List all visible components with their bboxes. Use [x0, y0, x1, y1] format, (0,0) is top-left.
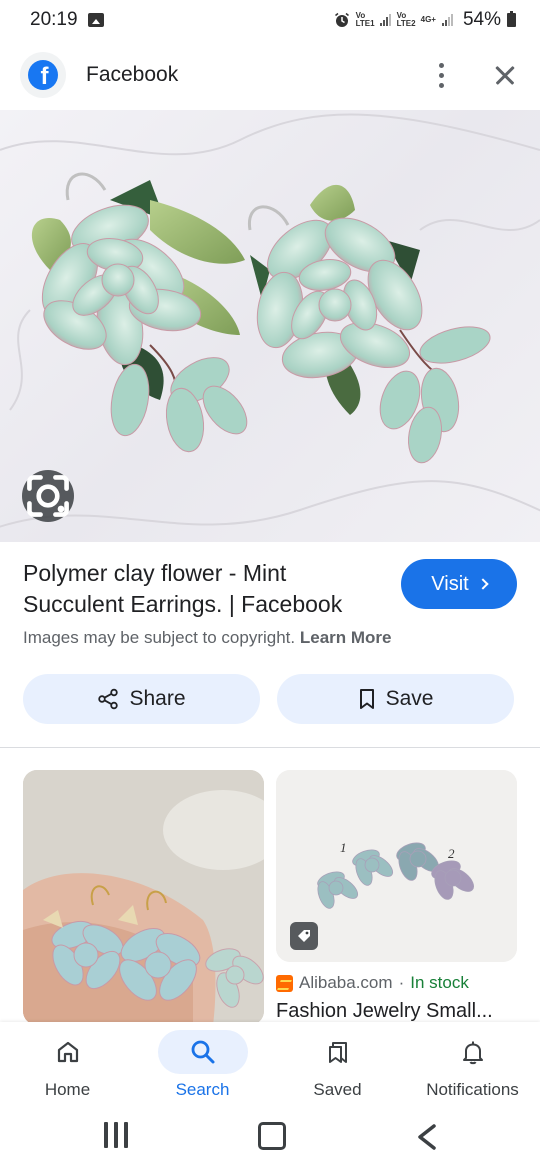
nav-saved[interactable]: Saved [270, 1022, 405, 1110]
share-button[interactable]: Share [23, 674, 260, 724]
divider [0, 747, 540, 748]
bell-icon-wrap [428, 1030, 518, 1074]
more-vert-icon[interactable] [426, 57, 456, 93]
source-name: Alibaba.com [299, 973, 393, 992]
visit-button[interactable]: Visit [401, 559, 517, 609]
nav-notifications-label: Notifications [426, 1080, 519, 1099]
search-icon [191, 1040, 214, 1064]
copyright-text: Images may be subject to copyright. [23, 628, 296, 647]
related-image-card[interactable]: 1 2 [276, 770, 517, 962]
chevron-right-icon [477, 578, 489, 590]
save-label: Save [385, 687, 434, 710]
saved-icon [328, 1042, 347, 1063]
sim1-label: Vo LTE1 [355, 11, 375, 28]
alarm-icon [334, 12, 349, 27]
status-bar: 20:19 Vo LTE1 Vo LTE2 4G+ 54% [0, 0, 540, 40]
status-time: 20:19 [30, 9, 78, 30]
viewer-header: f Facebook [0, 40, 540, 110]
recent-apps-icon[interactable] [104, 1122, 128, 1148]
gallery-icon [87, 13, 104, 27]
image-label-1: 1 [340, 840, 347, 855]
bottom-nav: Home Search Saved Notifications [0, 1022, 540, 1110]
battery-icon [507, 11, 516, 27]
learn-more-link[interactable]: Learn More [300, 628, 392, 647]
share-icon [98, 688, 119, 710]
system-nav-bar [0, 1110, 540, 1170]
nav-home[interactable]: Home [0, 1022, 135, 1110]
source-separator: · [398, 973, 405, 992]
status-indicators: Vo LTE1 Vo LTE2 4G+ 54% [334, 9, 516, 31]
home-icon-wrap [23, 1030, 113, 1074]
sim2-label: Vo LTE2 [396, 11, 416, 28]
battery-percent: 54% [462, 9, 501, 30]
system-home-icon[interactable] [258, 1122, 286, 1150]
save-button[interactable]: Save [277, 674, 514, 724]
image-label-2: 2 [448, 846, 455, 861]
related-title[interactable]: Fashion Jewelry Small... [276, 1000, 516, 1023]
nav-notifications[interactable]: Notifications [405, 1022, 540, 1110]
google-lens-icon[interactable] [22, 470, 74, 522]
result-title[interactable]: Polymer clay flower - Mint Succulent Ear… [23, 558, 383, 620]
hand-earrings-image [23, 770, 264, 1025]
bell-icon [462, 1041, 483, 1065]
related-image-card[interactable] [23, 770, 264, 1025]
nav-search[interactable]: Search [135, 1022, 270, 1110]
source-row[interactable]: Alibaba.com · In stock [276, 973, 469, 993]
signal-icon [441, 14, 453, 26]
saved-icon-wrap [293, 1030, 383, 1074]
bookmark-icon [359, 689, 374, 709]
share-label: Share [129, 687, 186, 710]
facebook-f-icon: f [28, 60, 58, 90]
home-icon [57, 1041, 78, 1063]
visit-label: Visit [431, 572, 469, 595]
search-icon-wrap [157, 1030, 248, 1074]
source-title: Facebook [86, 63, 179, 86]
tag-icon[interactable] [290, 922, 318, 950]
stock-status: In stock [410, 973, 469, 992]
network-type: 4G+ [420, 15, 436, 24]
signal-icon [379, 14, 391, 26]
hero-image[interactable] [0, 110, 540, 542]
alibaba-logo-icon [276, 974, 293, 992]
facebook-logo: f [20, 52, 66, 98]
back-icon[interactable] [412, 1122, 442, 1152]
close-icon[interactable] [490, 60, 520, 90]
nav-saved-label: Saved [313, 1080, 362, 1099]
nav-search-label: Search [175, 1080, 230, 1099]
succulent-earrings-image [0, 113, 540, 528]
nav-home-label: Home [44, 1080, 91, 1099]
copyright-notice: Images may be subject to copyright. Lear… [23, 628, 392, 648]
